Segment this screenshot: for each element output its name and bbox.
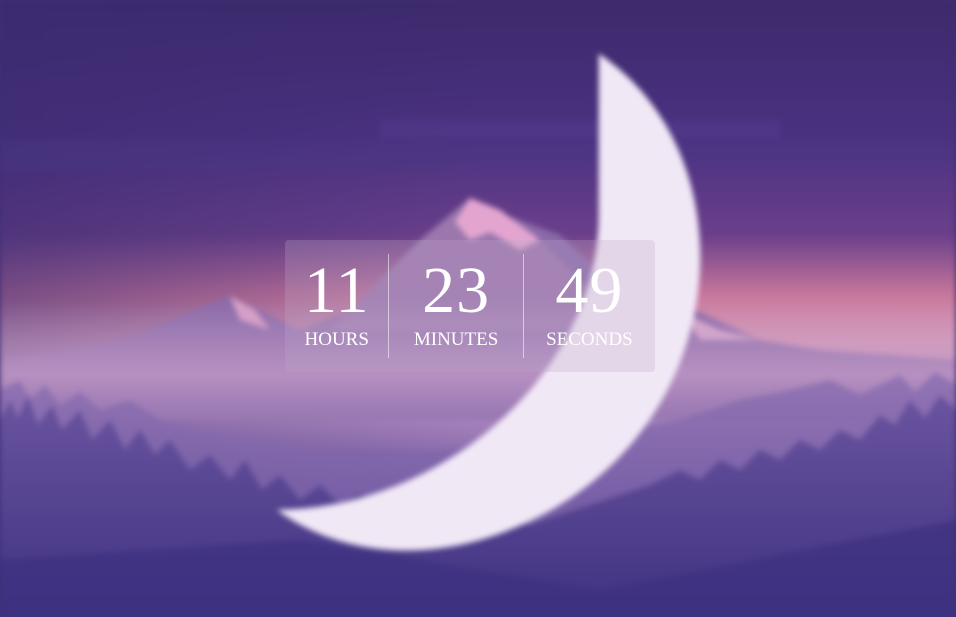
hours-label: HOURS [304,329,369,350]
hours-value: 11 [303,254,370,327]
hours-unit: 11 HOURS [285,254,388,358]
seconds-unit: 49 SECONDS [524,254,655,358]
seconds-label: SECONDS [546,329,633,350]
minutes-label: MINUTES [413,329,499,350]
minutes-unit: 23 MINUTES [389,254,522,358]
countdown-timer: 11 HOURS 23 MINUTES 49 SECONDS [285,240,655,372]
seconds-value: 49 [555,254,624,327]
minutes-value: 23 [422,254,491,327]
